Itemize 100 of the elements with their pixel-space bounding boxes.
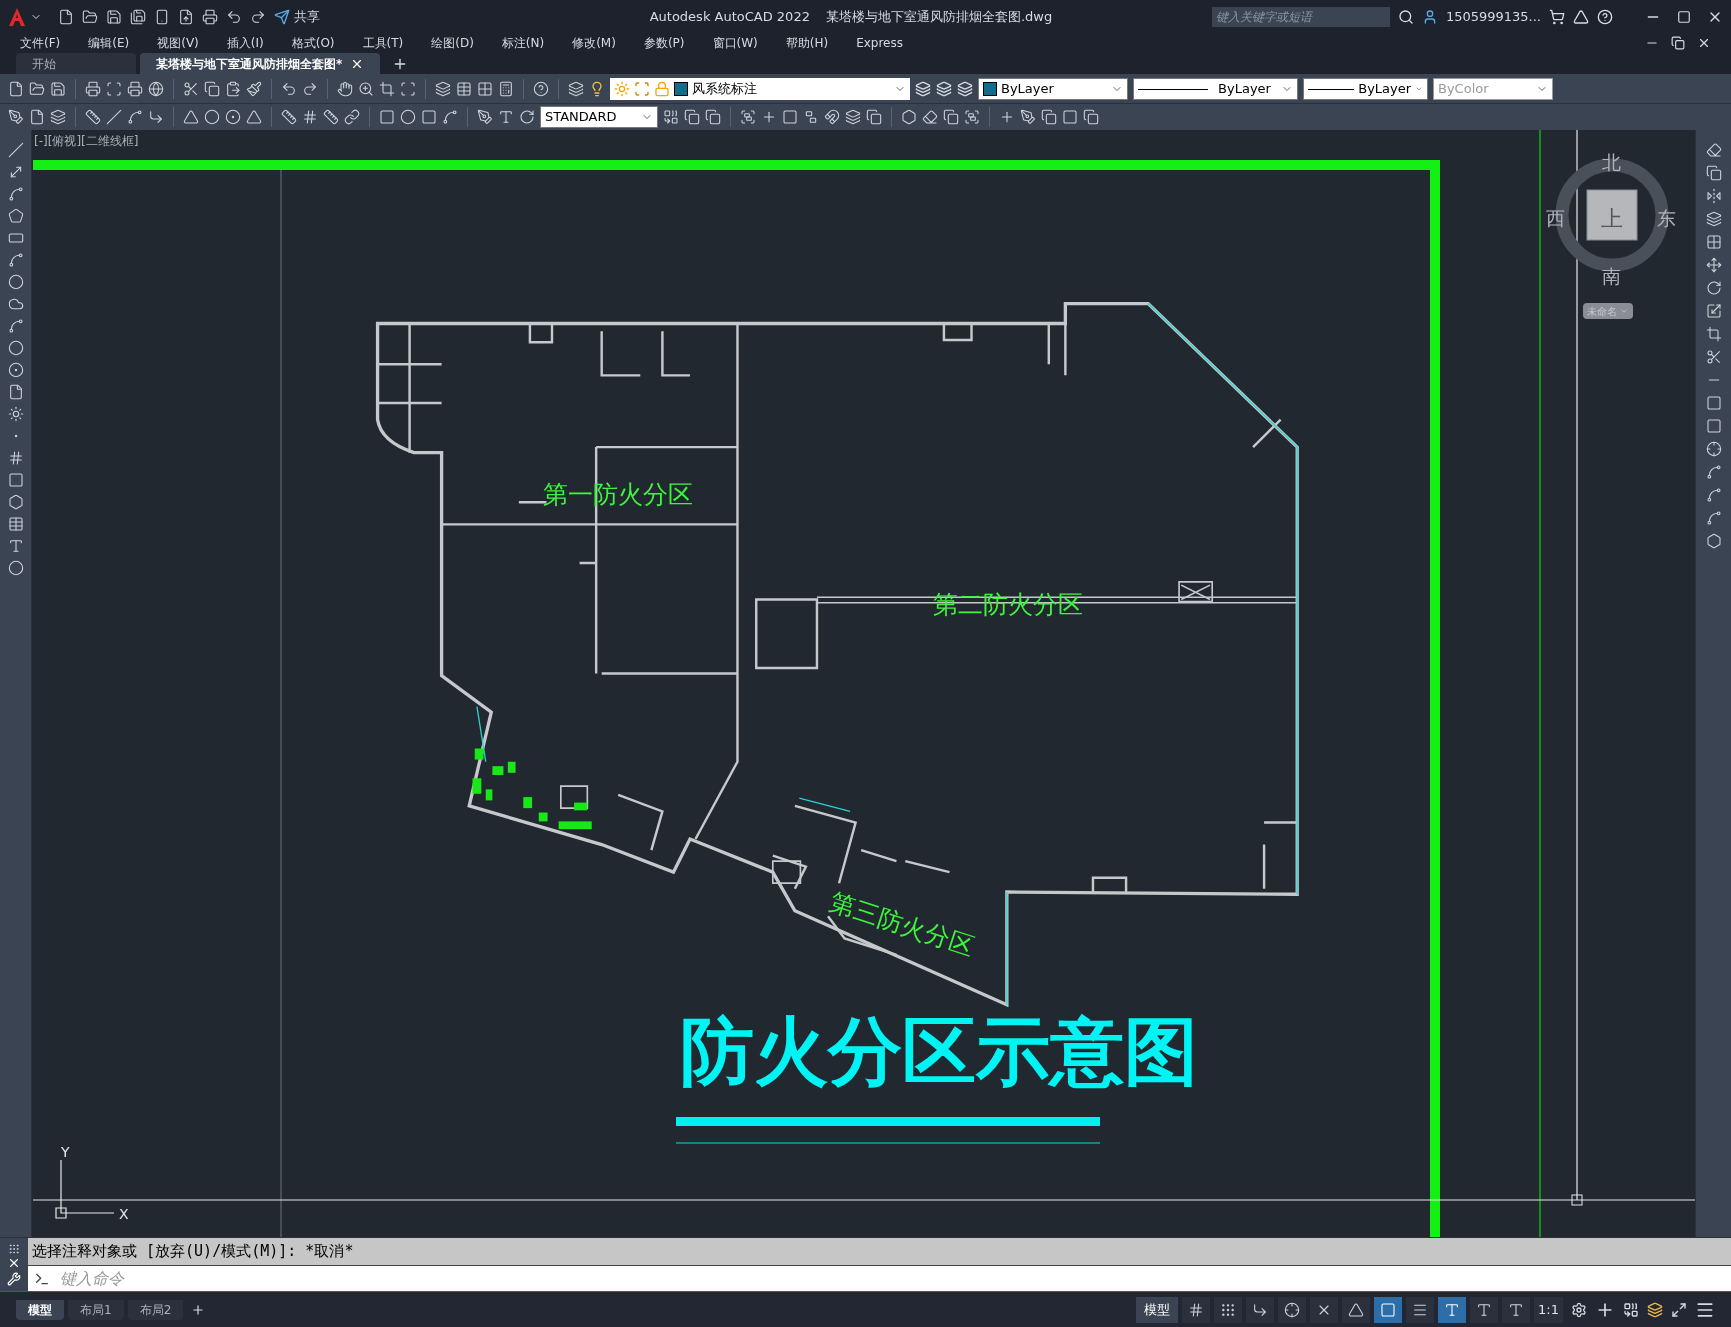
- menu-item[interactable]: 插入(I): [222, 34, 268, 52]
- restore-icon[interactable]: [1671, 36, 1685, 50]
- settings-icon[interactable]: [1571, 1301, 1587, 1318]
- compass-label[interactable]: 西: [1546, 204, 1565, 233]
- ruler-icon[interactable]: [281, 109, 297, 125]
- pen-icon[interactable]: [8, 109, 24, 125]
- move-icon[interactable]: [1705, 257, 1722, 273]
- layers-icon[interactable]: [435, 81, 451, 97]
- plus-icon[interactable]: [761, 109, 777, 125]
- hexagon-icon[interactable]: [901, 109, 917, 125]
- command-input[interactable]: 键入命令: [28, 1264, 1731, 1291]
- close-icon[interactable]: [1697, 36, 1711, 50]
- corner-icon[interactable]: [148, 109, 164, 125]
- stretch-icon[interactable]: [1705, 326, 1722, 342]
- user-name[interactable]: 1505999135...: [1445, 6, 1541, 27]
- save-icon[interactable]: [106, 8, 122, 25]
- square-icon[interactable]: [421, 109, 437, 125]
- copy-icon[interactable]: [1083, 109, 1099, 125]
- grip-icon[interactable]: [8, 1242, 20, 1255]
- copy-icon[interactable]: [204, 81, 220, 97]
- explode-icon[interactable]: [1705, 533, 1722, 549]
- circle-icon[interactable]: [7, 274, 24, 290]
- color-dropdown[interactable]: ByLayer: [978, 78, 1128, 100]
- curve-icon[interactable]: [442, 109, 458, 125]
- triangle-icon[interactable]: [1573, 8, 1589, 25]
- menu-item[interactable]: 工具(T): [358, 34, 408, 52]
- linetype-dropdown[interactable]: ByLayer: [1133, 78, 1298, 100]
- circle-icon[interactable]: [204, 109, 220, 125]
- rotate-icon[interactable]: [519, 109, 535, 125]
- scale-icon[interactable]: [1705, 303, 1722, 319]
- paste-icon[interactable]: [225, 81, 241, 97]
- layers-icon[interactable]: [50, 109, 66, 125]
- annotation-scale-button[interactable]: 1:1: [1534, 1296, 1563, 1323]
- square-icon[interactable]: [1062, 109, 1078, 125]
- layout-tab[interactable]: 模型: [16, 1299, 64, 1320]
- redo-icon[interactable]: [302, 81, 318, 97]
- copy-icon[interactable]: [866, 109, 882, 125]
- search-field[interactable]: 键入关键字或短语: [1211, 6, 1390, 27]
- fullscreen-icon[interactable]: [1671, 1301, 1687, 1318]
- copy-icon[interactable]: [684, 109, 700, 125]
- circle-icon[interactable]: [400, 109, 416, 125]
- text-icon[interactable]: [7, 538, 24, 554]
- square-icon[interactable]: [782, 109, 798, 125]
- menu-item[interactable]: 编辑(E): [84, 34, 134, 52]
- ellipse-icon[interactable]: [7, 340, 24, 356]
- file-upload-icon[interactable]: [178, 8, 194, 25]
- status-toggle[interactable]: [1502, 1296, 1531, 1323]
- lineweight-dropdown[interactable]: ByLayer: [1303, 78, 1428, 100]
- add-layout-icon[interactable]: [191, 1302, 206, 1317]
- copy-icon[interactable]: [705, 109, 721, 125]
- trim-icon[interactable]: [1705, 349, 1722, 365]
- pentagon-icon[interactable]: [7, 208, 24, 224]
- redo-icon[interactable]: [250, 8, 266, 25]
- letter-icon[interactable]: [498, 109, 514, 125]
- pen-icon[interactable]: [1020, 109, 1036, 125]
- join-point-icon[interactable]: [1705, 441, 1722, 457]
- cloud-icon[interactable]: [7, 296, 24, 312]
- grid-icon[interactable]: [302, 109, 318, 125]
- model-space-button[interactable]: 模型: [1136, 1296, 1179, 1323]
- square-icon[interactable]: [379, 109, 395, 125]
- slash-icon[interactable]: [106, 109, 122, 125]
- blend-icon[interactable]: [1705, 510, 1722, 526]
- menu-item[interactable]: 格式(O): [287, 34, 339, 52]
- menu-item[interactable]: 帮助(H): [781, 34, 833, 52]
- gradient-icon[interactable]: [7, 472, 24, 488]
- menu-item[interactable]: 参数(P): [639, 34, 689, 52]
- status-toggle[interactable]: [1342, 1296, 1371, 1323]
- grid-icon[interactable]: [477, 81, 493, 97]
- status-toggle[interactable]: [1374, 1296, 1403, 1323]
- viewcube-face-label[interactable]: 上: [1601, 202, 1623, 235]
- brush-icon[interactable]: [246, 81, 262, 97]
- layers-icon[interactable]: [845, 109, 861, 125]
- folder-icon[interactable]: [82, 8, 98, 25]
- lightbulb-icon[interactable]: [589, 81, 605, 97]
- fillet-icon[interactable]: [1705, 487, 1722, 503]
- table-icon[interactable]: [7, 516, 24, 532]
- menu-item[interactable]: 窗口(W): [708, 34, 762, 52]
- table-icon[interactable]: [456, 81, 472, 97]
- curve-icon[interactable]: [127, 109, 143, 125]
- folder-icon[interactable]: [29, 81, 45, 97]
- zoom-window-icon[interactable]: [379, 81, 395, 97]
- search-icon[interactable]: [1397, 8, 1414, 25]
- ungroup-icon[interactable]: [803, 109, 819, 125]
- layers-icon[interactable]: [915, 81, 931, 97]
- arc-icon[interactable]: [7, 252, 24, 268]
- compass-label[interactable]: 南: [1602, 262, 1621, 291]
- printer-icon[interactable]: [127, 81, 143, 97]
- document-icon[interactable]: [29, 109, 45, 125]
- spline-icon[interactable]: [7, 318, 24, 334]
- layers-check-icon[interactable]: [1647, 1301, 1663, 1318]
- triangle-icon[interactable]: [183, 109, 199, 125]
- copy-icon[interactable]: [1705, 165, 1722, 181]
- compass-label[interactable]: 北: [1602, 148, 1621, 177]
- status-toggle[interactable]: [1246, 1296, 1275, 1323]
- shapes-icon[interactable]: [1623, 1301, 1639, 1318]
- menu-item[interactable]: 修改(M): [568, 34, 620, 52]
- group-icon[interactable]: [740, 109, 756, 125]
- rotate-icon[interactable]: [1705, 280, 1722, 296]
- region-icon[interactable]: [7, 494, 24, 510]
- copy-icon[interactable]: [1041, 109, 1057, 125]
